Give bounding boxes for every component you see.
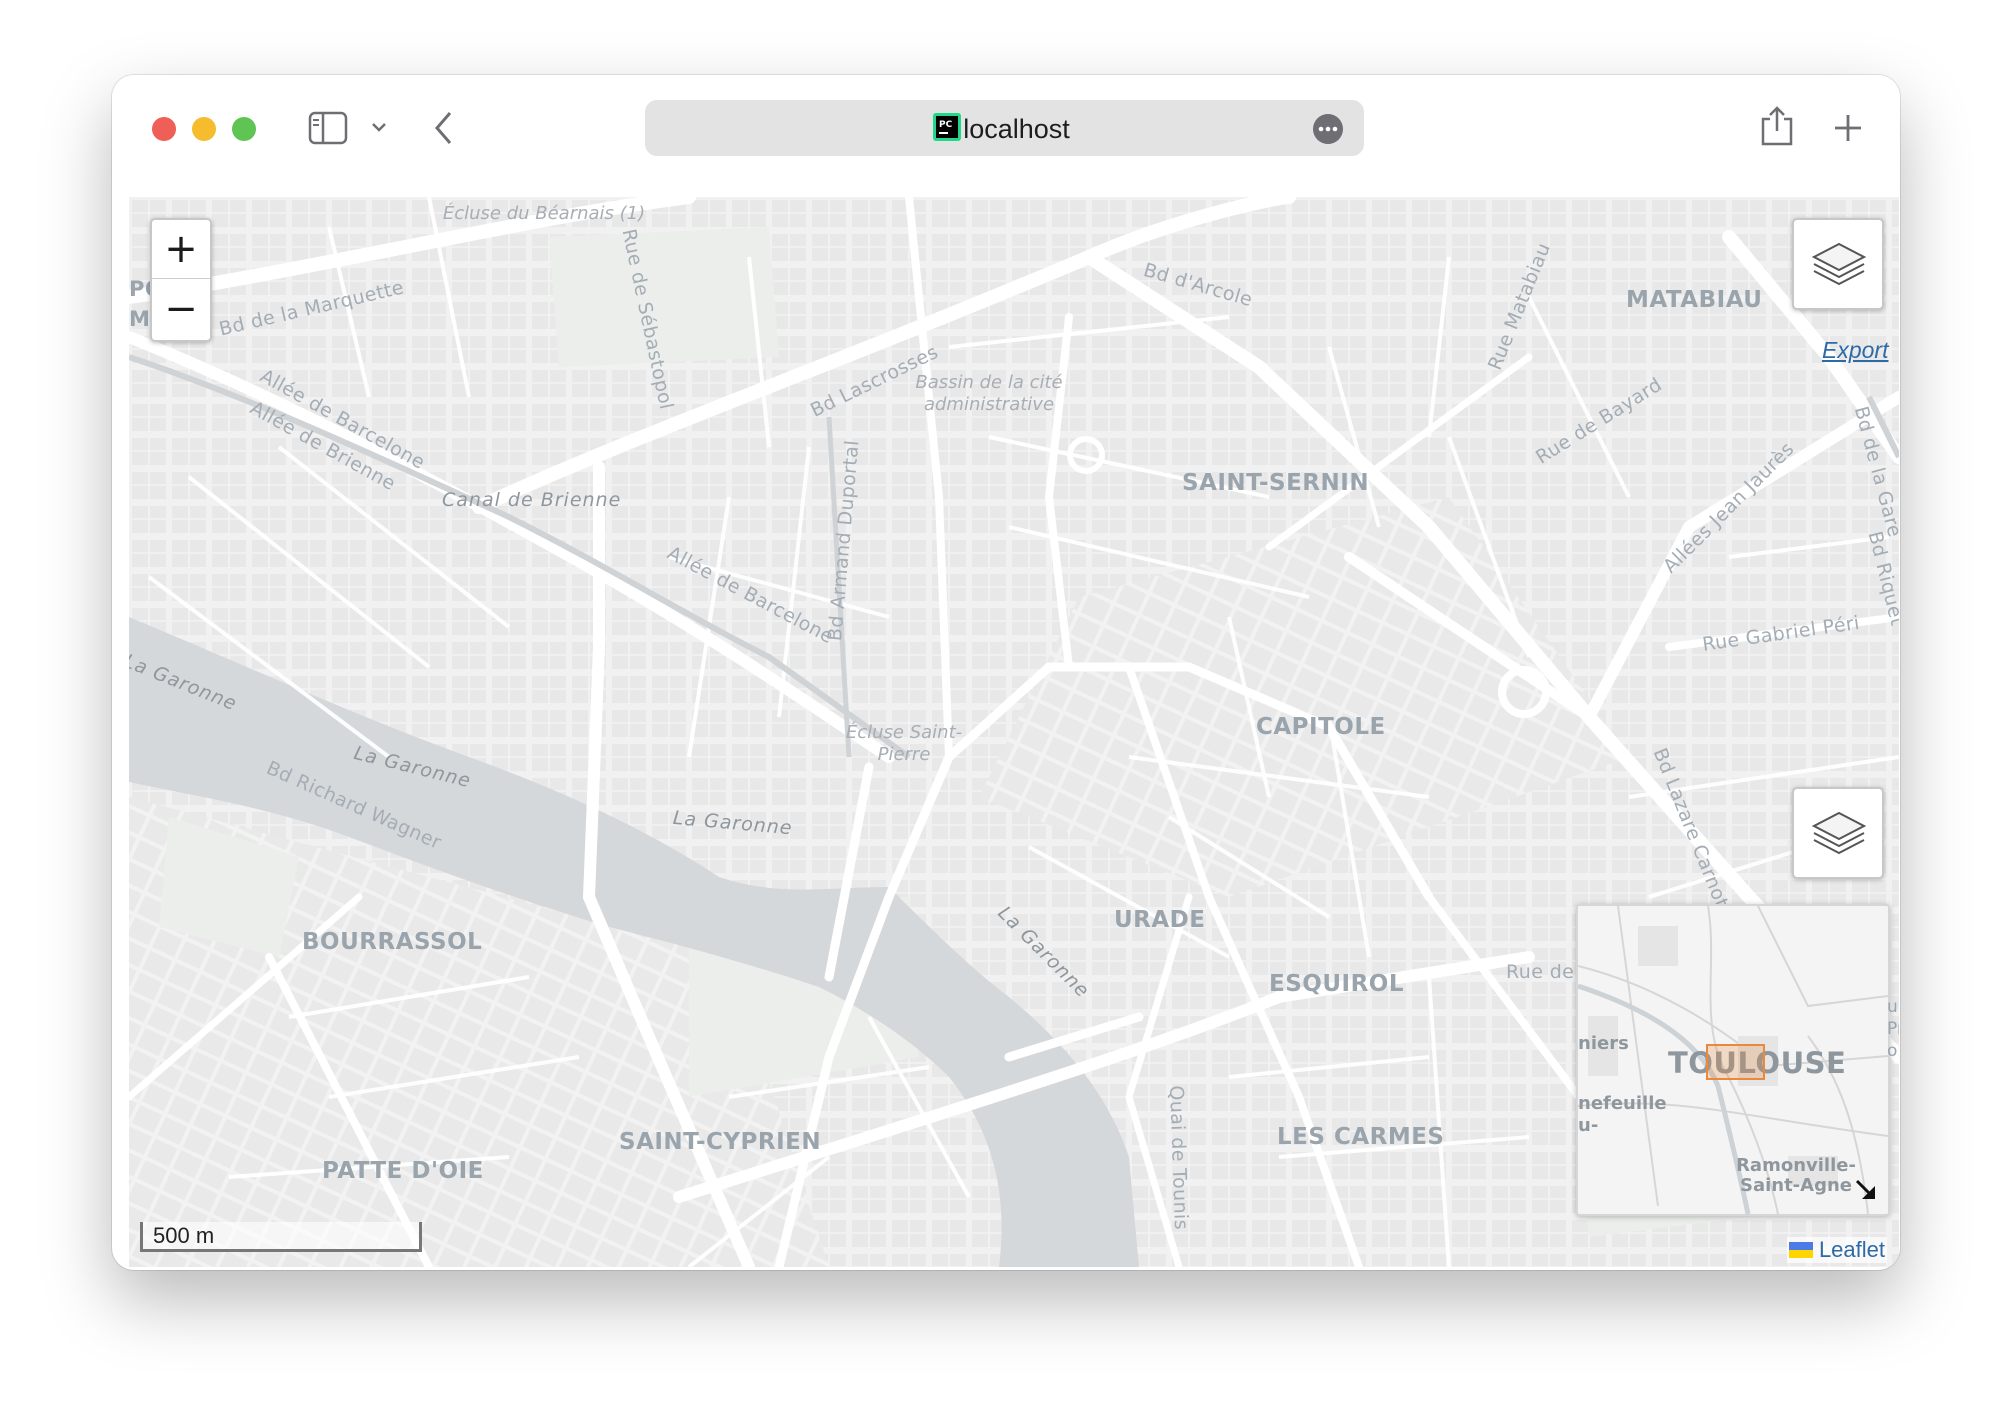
- street-label: Rue de: [1506, 961, 1575, 983]
- district-label: CAPITOLE: [1256, 714, 1386, 740]
- lock-label: Écluse Saint-Pierre: [845, 722, 963, 765]
- maximize-window-button[interactable]: [232, 117, 256, 141]
- new-tab-icon[interactable]: [1832, 112, 1864, 144]
- collapse-arrow-icon[interactable]: [1854, 1178, 1878, 1202]
- browser-window: PC localhost Bd de la Marquette Rue de S…: [112, 75, 1900, 1270]
- chevron-down-icon[interactable]: [371, 121, 387, 133]
- layers-icon: [1812, 242, 1866, 286]
- minimap-viewport[interactable]: [1706, 1044, 1765, 1080]
- address-bar[interactable]: PC localhost: [645, 100, 1364, 156]
- minimap-edge-label: Pro: [1887, 1019, 1899, 1039]
- url-text: localhost: [963, 114, 1070, 144]
- district-label: BOURRASSOL: [302, 929, 483, 955]
- canal-label: Canal de Brienne: [442, 489, 622, 511]
- minimize-window-button[interactable]: [192, 117, 216, 141]
- district-label: URADE: [1114, 907, 1206, 933]
- ukraine-flag-icon: [1788, 1242, 1813, 1258]
- basin-label: Bassin de la cité administrative: [915, 372, 1063, 415]
- zoom-control: + −: [150, 218, 212, 342]
- minimap-place-label: nefeuille: [1578, 1093, 1667, 1114]
- district-label: MATABIAU: [1626, 287, 1763, 313]
- overlay-layers-control[interactable]: [1792, 787, 1884, 879]
- share-icon[interactable]: [1759, 105, 1795, 147]
- map-view[interactable]: Bd de la Marquette Rue de Sébastopol Bd …: [129, 197, 1899, 1267]
- minimap[interactable]: TOULOUSE Ramonville-Saint-Agne niers nef…: [1576, 904, 1890, 1216]
- minimap-place-label: Ramonville-Saint-Agne: [1736, 1155, 1856, 1196]
- district-label: PATTE D'OIE: [322, 1158, 484, 1184]
- attribution: Leaflet: [1786, 1237, 1887, 1263]
- more-icon[interactable]: [1312, 113, 1344, 145]
- browser-toolbar: PC localhost: [112, 75, 1900, 195]
- district-label: ESQUIROL: [1269, 971, 1404, 997]
- district-label: SAINT-SERNIN: [1182, 470, 1370, 496]
- export-link[interactable]: Export: [1822, 337, 1888, 364]
- district-label: SAINT-CYPRIEN: [619, 1129, 822, 1155]
- minimap-edge-label: ol: [1887, 1041, 1899, 1061]
- minimap-edge-label: ul: [1887, 997, 1899, 1017]
- lock-label: Écluse du Béarnais (1): [442, 203, 646, 224]
- close-window-button[interactable]: [152, 117, 176, 141]
- scale-bar: 500 m: [140, 1222, 422, 1252]
- zoom-out-button[interactable]: −: [152, 280, 210, 338]
- layers-control[interactable]: [1792, 218, 1884, 310]
- back-icon[interactable]: [432, 110, 456, 146]
- leaflet-link[interactable]: Leaflet: [1819, 1237, 1885, 1263]
- district-label: LES CARMES: [1277, 1124, 1445, 1150]
- minimap-place-label: u-: [1578, 1115, 1599, 1136]
- zoom-in-button[interactable]: +: [152, 220, 210, 279]
- layers-icon: [1812, 811, 1866, 855]
- minimap-place-label: niers: [1578, 1033, 1629, 1054]
- sidebar-icon[interactable]: [308, 111, 348, 145]
